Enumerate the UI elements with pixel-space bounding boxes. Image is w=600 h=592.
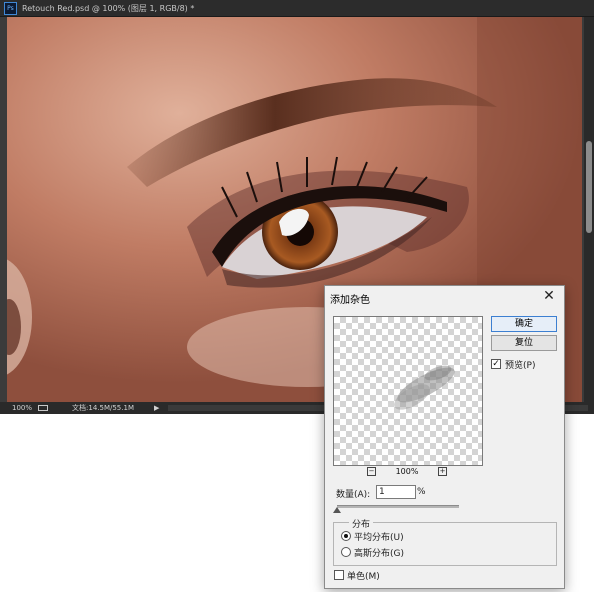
filter-preview[interactable] [333, 316, 483, 466]
zoom-out-button[interactable]: − [367, 466, 376, 476]
photoshop-icon: Ps [4, 1, 17, 15]
amount-label: 数量(A): [336, 490, 371, 500]
amount-unit: % [417, 487, 426, 497]
zoom-level[interactable]: 100% [12, 404, 32, 412]
vertical-scroll-thumb[interactable] [586, 141, 592, 233]
gaussian-radio[interactable] [341, 547, 351, 557]
distribution-legend: 分布 [349, 517, 374, 530]
add-noise-dialog: 添加杂色 ✕ − 100% + 确定 复位 ✓ 预览(P) 数量(A): 1 %… [324, 285, 565, 589]
status-menu-arrow-icon[interactable]: ▶ [154, 404, 159, 412]
preview-checkbox[interactable]: ✓ [491, 359, 501, 369]
ok-button[interactable]: 确定 [491, 316, 557, 332]
reset-button[interactable]: 复位 [491, 335, 557, 351]
zoom-in-button[interactable]: + [438, 466, 447, 476]
document-info: 文档:14.5M/55.1M [72, 404, 134, 412]
amount-input[interactable]: 1 [376, 485, 416, 499]
preview-smudge [394, 365, 455, 410]
amount-slider-track[interactable] [337, 505, 459, 508]
vertical-scrollbar[interactable] [584, 17, 594, 402]
preview-label: 预览(P) [505, 361, 536, 371]
monochromatic-label: 单色(M) [347, 572, 380, 582]
close-icon[interactable]: ✕ [541, 288, 557, 304]
uniform-radio[interactable] [341, 531, 351, 541]
preview-zoom-controls: − 100% + [367, 466, 447, 476]
uniform-label: 平均分布(U) [354, 533, 404, 543]
gaussian-label: 高斯分布(G) [354, 549, 404, 559]
monochromatic-checkbox[interactable] [334, 570, 344, 580]
document-tab[interactable]: Ps Retouch Red.psd @ 100% (图层 1, RGB/8) … [0, 0, 594, 17]
dialog-title: 添加杂色 [330, 295, 370, 306]
preview-zoom-value: 100% [395, 466, 419, 476]
amount-slider-thumb[interactable] [333, 507, 342, 513]
screen-icon [38, 405, 49, 411]
document-title: Retouch Red.psd @ 100% (图层 1, RGB/8) * [22, 3, 195, 13]
